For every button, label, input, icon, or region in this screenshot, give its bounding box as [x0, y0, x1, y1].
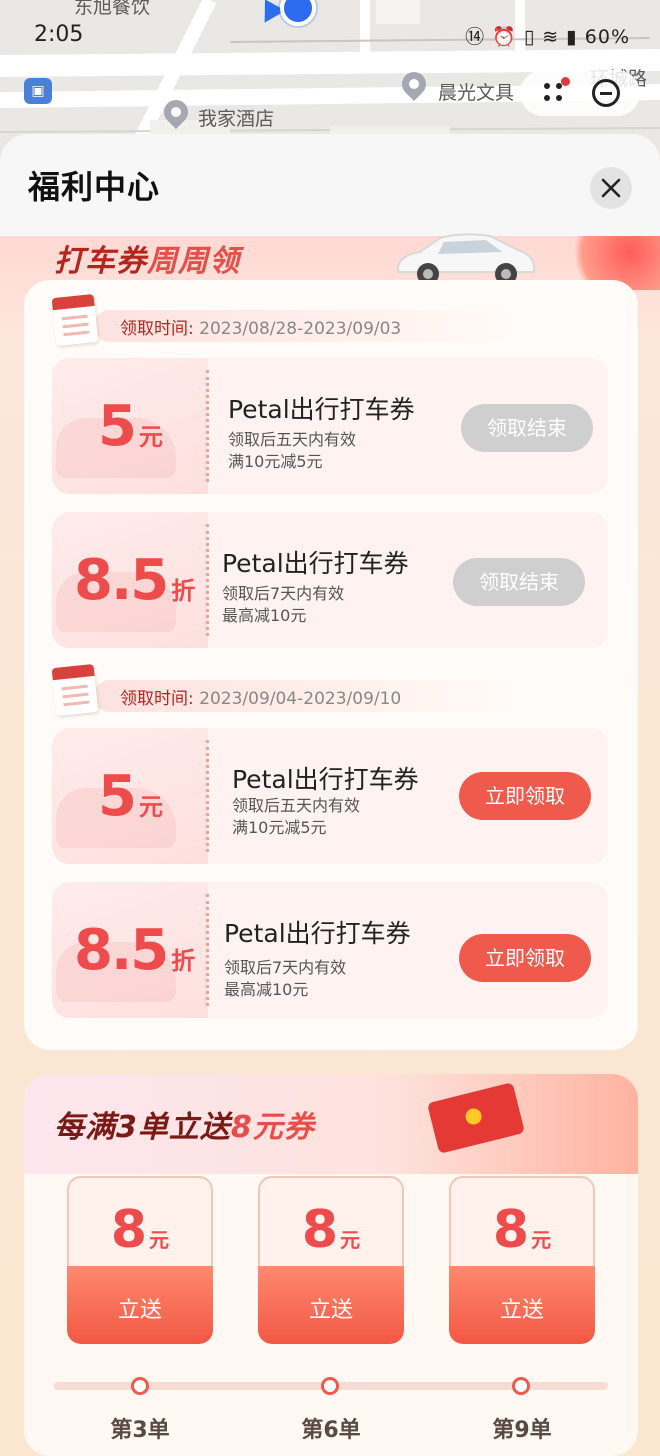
section-title-weekly-coupons: 打车券周周领	[54, 236, 240, 280]
title-part2: 周周领	[147, 244, 240, 279]
reward-label: 立送	[117, 1298, 162, 1323]
map-label-hotel[interactable]: 我家酒店	[198, 104, 274, 131]
coupon-name: Petal出行打车券	[224, 919, 411, 948]
page-title: 福利中心	[28, 168, 161, 206]
period-label: 领取时间:	[120, 689, 194, 709]
title-part1: 打车券	[54, 244, 147, 279]
step-label: 第3单	[110, 1418, 170, 1443]
period-range: 2023/09/04-2023/09/10	[199, 689, 402, 709]
status-time: 2:05	[34, 22, 84, 47]
bus-icon[interactable]: ▣	[24, 78, 52, 104]
step-label: 第6单	[301, 1418, 361, 1443]
title-part2: 8元券	[230, 1110, 315, 1145]
coupon-validity: 领取后7天内有效	[224, 958, 347, 977]
zoom-out-icon[interactable]	[592, 79, 620, 107]
period-label: 领取时间:	[120, 319, 194, 339]
progress-node	[131, 1377, 149, 1395]
claim-ended-button[interactable]: 领取结束	[461, 404, 593, 452]
coupon-validity: 领取后五天内有效	[228, 430, 357, 449]
coupon-validity: 领取后7天内有效	[222, 584, 345, 603]
calendar-icon	[51, 293, 99, 347]
reward-gift[interactable]: 8元 立送	[449, 1176, 595, 1346]
progress-node	[321, 1377, 339, 1395]
reward-gift[interactable]: 8元 立送	[67, 1176, 213, 1346]
coupon-card: 5元 Petal出行打车券 领取后五天内有效 满10元减5元 领取结束	[52, 358, 608, 494]
coupon-name: Petal出行打车券	[232, 765, 419, 794]
map-controls	[520, 70, 640, 116]
progress-node	[512, 1377, 530, 1395]
coupon-card: 8.5 折 Petal出行打车券 领取后7天内有效 最高减10元 领取结束	[52, 512, 608, 648]
coupon-name: Petal出行打车券	[228, 395, 415, 424]
title-part1: 每满3单立送	[54, 1110, 231, 1145]
map-label-top: 东旭餐饮	[74, 0, 151, 18]
more-dots-icon[interactable]	[540, 77, 570, 107]
reward-value: 8元	[492, 1200, 552, 1260]
reward-label: 立送	[499, 1298, 544, 1323]
coupon-validity: 领取后五天内有效	[232, 796, 361, 815]
period-header: 领取时间: 2023/08/28-2023/09/03	[51, 293, 554, 350]
coupon-condition: 最高减10元	[222, 606, 307, 625]
coupon-value: 5元	[98, 764, 163, 829]
close-icon	[601, 178, 621, 198]
coupon-name: Petal出行打车券	[222, 549, 409, 578]
close-button[interactable]	[590, 167, 632, 209]
step-label: 第9单	[492, 1418, 552, 1443]
coupon-value: 8.5 折	[74, 918, 196, 983]
period-header: 领取时间: 2023/09/04-2023/09/10	[51, 663, 554, 720]
map-label-shop[interactable]: 晨光文具	[438, 78, 514, 105]
coupon-condition: 最高减10元	[224, 980, 309, 999]
coupon-value: 5元	[98, 394, 163, 459]
reward-value: 8元	[301, 1200, 361, 1260]
coupon-condition: 满10元减5元	[232, 818, 327, 837]
coupon-card: 5元 Petal出行打车券 领取后五天内有效 满10元减5元 立即领取	[52, 728, 608, 864]
reward-value: 8元	[110, 1200, 170, 1260]
reward-gift[interactable]: 8元 立送	[258, 1176, 404, 1346]
claim-now-button[interactable]: 立即领取	[459, 934, 591, 982]
claim-ended-button[interactable]: 领取结束	[453, 558, 585, 606]
section-title-order-reward: 每满3单立送8元券	[54, 1102, 315, 1146]
calendar-icon	[51, 663, 99, 717]
coupon-value: 8.5 折	[74, 548, 196, 613]
status-icons: ⑭ ⏰ ▯ ≋ ▮ 60%	[465, 26, 630, 48]
claim-now-button[interactable]: 立即领取	[459, 772, 591, 820]
period-range: 2023/08/28-2023/09/03	[199, 319, 402, 339]
coupon-condition: 满10元减5元	[228, 452, 323, 471]
reward-label: 立送	[308, 1298, 353, 1323]
coupon-card: 8.5 折 Petal出行打车券 领取后7天内有效 最高减10元 立即领取	[52, 882, 608, 1018]
